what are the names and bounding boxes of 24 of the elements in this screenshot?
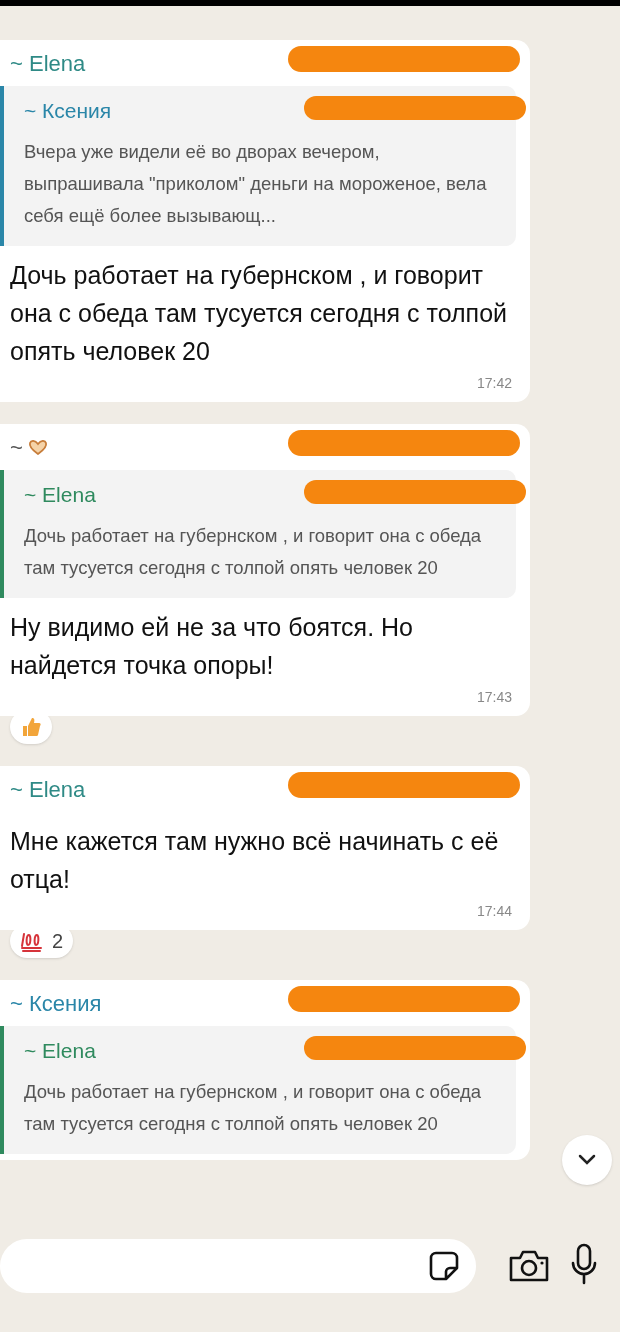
quoted-text: Дочь работает на губернском , и говорит она с обеда там тусуется сегодня с толпой опять человек 20 bbox=[24, 1080, 483, 1136]
sender-name: ~ Ксения bbox=[10, 989, 102, 1018]
message-time: 17:44 bbox=[476, 902, 512, 921]
message-text: Дочь работает на губернском , и говорит она с обеда там тусуется сегодня с толпой опять человек 20 bbox=[10, 260, 508, 367]
message-text: Ну видимо ей не за что боятся. Но найдется точка опоры! bbox=[10, 612, 414, 681]
microphone-icon[interactable] bbox=[570, 1243, 598, 1285]
camera-icon[interactable] bbox=[508, 1249, 550, 1283]
quoted-text: Дочь работает на губернском , и говорит она с обеда там тусуется сегодня с толпой опять человек 20 bbox=[24, 524, 483, 580]
message-time: 17:43 bbox=[476, 688, 512, 707]
quoted-sender: ~ Elena bbox=[24, 482, 96, 509]
quoted-sender: ~ Ксения bbox=[24, 98, 112, 125]
sticker-icon[interactable] bbox=[428, 1250, 460, 1282]
sender-name: ~ Elena bbox=[10, 775, 86, 804]
thumbs-up-icon bbox=[20, 716, 42, 738]
message-time: 17:42 bbox=[476, 374, 512, 393]
quoted-text: Вчера уже видели её во дворах вечером, выпрашивала "приколом" деньги на мороженое, вела себя ещё более вызывающ... bbox=[24, 140, 488, 228]
message-input-field[interactable] bbox=[0, 1239, 476, 1293]
quoted-sender: ~ Elena bbox=[24, 1038, 96, 1065]
sender-name: ~ Elena bbox=[10, 49, 86, 78]
hundred-points-icon bbox=[20, 930, 44, 952]
message-text: Мне кажется там нужно всё начинать с её отца! bbox=[10, 826, 500, 895]
chevron-down-icon bbox=[578, 1154, 596, 1166]
sender-name: ~ bbox=[10, 433, 23, 462]
reaction-count: 2 bbox=[52, 929, 64, 954]
